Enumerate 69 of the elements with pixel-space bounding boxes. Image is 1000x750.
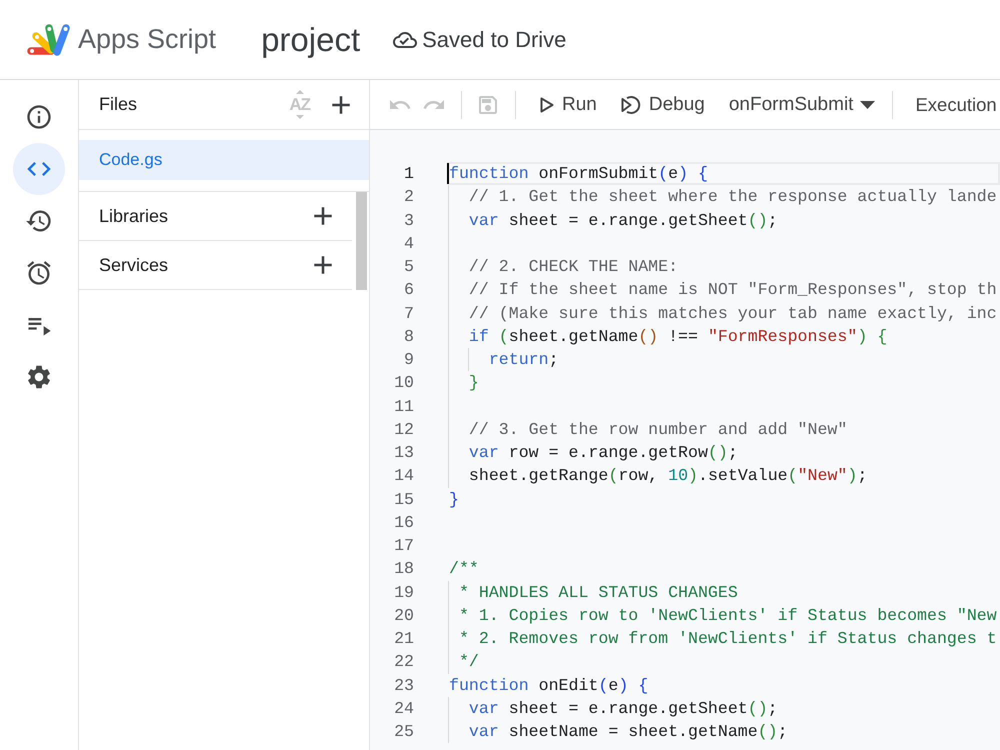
code-line: * 1. Copies row to 'NewClients' if Status becomes "New	[458, 604, 997, 627]
line-number: 19	[393, 582, 414, 604]
product-name: Apps Script	[78, 24, 216, 55]
debug-button[interactable]: Debug	[608, 86, 717, 122]
code-line: function onFormSubmit(e) {	[449, 163, 708, 185]
function-select[interactable]: onFormSubmit	[716, 86, 884, 122]
line-number: 24	[393, 698, 414, 720]
code-line: }	[449, 488, 459, 510]
code-line: // 2. CHECK THE NAME:	[468, 256, 678, 278]
code-line: }	[468, 372, 479, 394]
code-line: // 1. Get the sheet where the response actually lande	[468, 186, 997, 208]
code-line: /**	[449, 558, 479, 580]
line-number: 3	[403, 210, 414, 232]
code-line: var sheet = e.range.getSheet();	[468, 698, 778, 720]
caret-icon	[860, 100, 876, 108]
code-line: * HANDLES ALL STATUS CHANGES	[458, 582, 738, 604]
panel-title: Files	[99, 94, 138, 115]
code-line: // (Make sure this matches your tab name exactly, inc	[468, 302, 997, 324]
line-number: 15	[393, 488, 414, 510]
down-caret-icon	[296, 115, 304, 119]
line-number: 20	[393, 604, 414, 627]
line-number: 25	[393, 721, 414, 743]
text-cursor	[447, 163, 449, 184]
line-number: 4	[403, 232, 414, 255]
code-line: var sheetName = sheet.getName();	[468, 721, 788, 743]
line-number: 14	[393, 465, 414, 488]
play-circle-icon	[620, 94, 643, 114]
line-number: 2	[403, 186, 414, 208]
line-number: 8	[403, 326, 414, 348]
line-number: 7	[403, 302, 414, 324]
line-number: 21	[393, 628, 414, 650]
line-number: 22	[393, 651, 414, 674]
code-line: */	[458, 651, 479, 674]
up-caret-icon	[296, 90, 304, 94]
run-button[interactable]: Run	[526, 86, 609, 122]
scrollbar-thumb[interactable]	[356, 192, 367, 290]
info-icon	[25, 103, 53, 131]
section-title: Services	[99, 254, 170, 276]
code-button[interactable]	[13, 143, 65, 195]
section-title: Libraries	[99, 206, 170, 226]
alarm-clock-icon	[25, 259, 53, 287]
save-status: Saved to Drive	[422, 26, 566, 52]
code-line: // If the sheet name is NOT "Form_Responses", stop th	[468, 279, 997, 302]
line-number: 12	[393, 418, 414, 441]
line-number: 18	[393, 558, 414, 580]
code-line: if (sheet.getName() !== "FormResponses") {	[468, 326, 888, 348]
line-number: 16	[393, 512, 414, 534]
line-number: 6	[403, 279, 414, 302]
code-line: function onEdit(e) {	[449, 674, 648, 696]
code-line: return;	[488, 349, 559, 371]
file-item[interactable]: Code.gs	[79, 140, 369, 180]
line-number: 17	[393, 535, 414, 557]
line-number: 10	[393, 372, 414, 394]
code-line: var row = e.range.getRow();	[468, 442, 738, 464]
line-number: 11	[393, 396, 414, 418]
line-number: 23	[393, 674, 414, 696]
code-line: * 2. Removes row from 'NewClients' if Status changes t	[458, 628, 997, 650]
line-number: 9	[403, 349, 414, 371]
line-number: 1	[403, 163, 414, 185]
project-title[interactable]: project	[261, 20, 360, 58]
code-line: var sheet = e.range.getSheet();	[468, 210, 778, 232]
logo-icon	[26, 22, 72, 58]
code-line: sheet.getRange(row, 10).setValue("New");	[468, 465, 868, 488]
execution-button[interactable]: Execution	[903, 86, 997, 122]
code-line: // 3. Get the row number and add "New"	[468, 418, 848, 441]
line-number: 5	[403, 256, 414, 278]
play-icon	[540, 96, 554, 112]
settings-icon	[25, 363, 53, 391]
line-number: 13	[393, 442, 414, 464]
